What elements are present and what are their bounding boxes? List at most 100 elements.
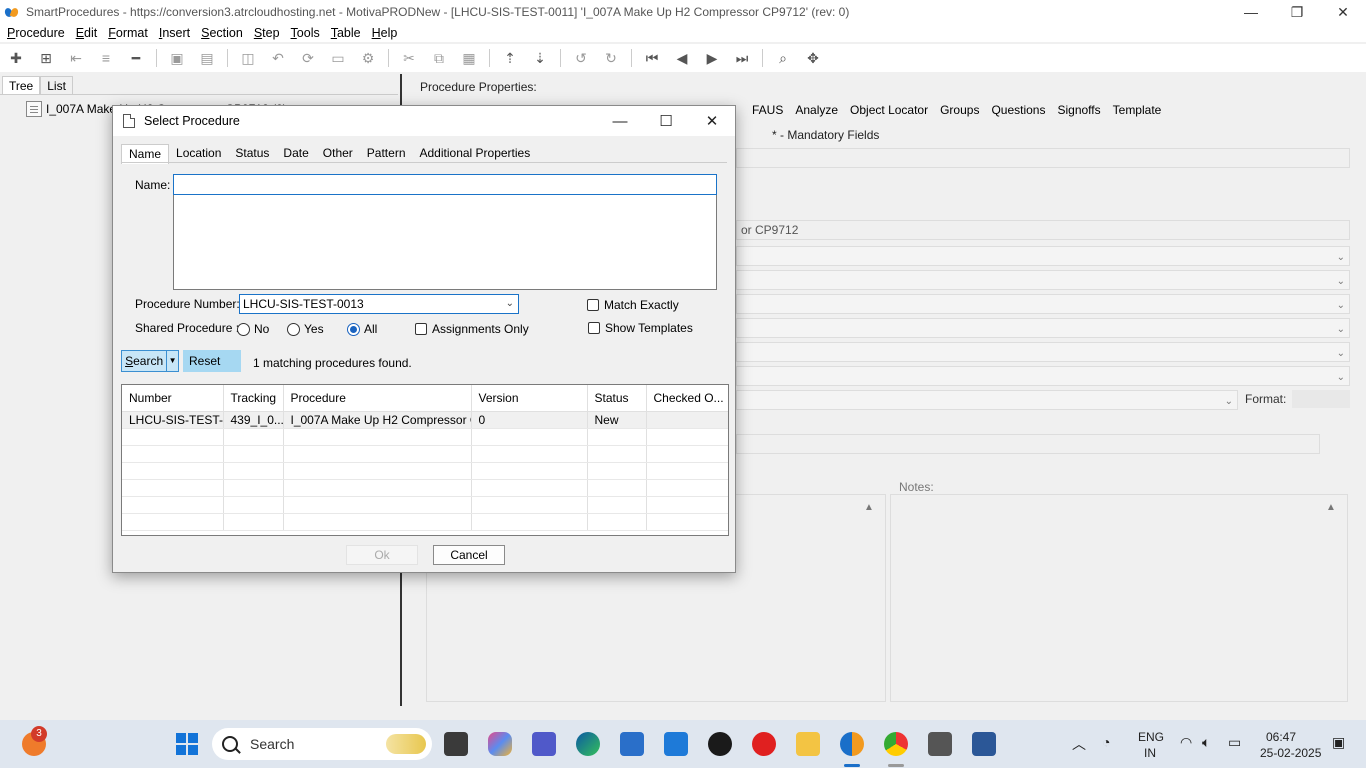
teams-icon[interactable] (532, 732, 556, 756)
file-explorer-icon[interactable] (796, 732, 820, 756)
copilot-icon[interactable] (488, 732, 512, 756)
column-status[interactable]: Status (587, 385, 647, 412)
chevron-up-icon[interactable]: ︿ (1072, 734, 1086, 754)
maximize-button[interactable]: ❐ (1274, 0, 1320, 24)
dialog-maximize-button[interactable]: ☐ (643, 106, 689, 136)
indent-icon[interactable]: ⇤ (66, 48, 86, 68)
paste-icon[interactable]: ▦ (459, 48, 479, 68)
shared-no-radio[interactable]: No (237, 322, 269, 336)
menu-step[interactable]: Step (247, 24, 284, 42)
last-icon[interactable]: ⏭ (732, 48, 752, 68)
undo-checkout-icon[interactable]: ↶ (268, 48, 288, 68)
chrome-icon[interactable] (884, 732, 908, 756)
results-grid[interactable]: Number Tracking Procedure Version Status… (121, 384, 729, 536)
add-icon[interactable]: ✚ (6, 48, 26, 68)
remote-desktop-icon[interactable] (928, 732, 952, 756)
name-suggestions-list[interactable] (173, 195, 717, 290)
tab-faus[interactable]: FAUS (746, 102, 789, 118)
tab-name[interactable]: Name (121, 144, 170, 164)
checkbox-box[interactable] (587, 299, 599, 311)
dialog-minimize-button[interactable]: — (597, 106, 643, 136)
tab-object-locator[interactable]: Object Locator (844, 102, 934, 118)
power-automate-icon[interactable] (664, 732, 688, 756)
checkin-icon[interactable]: ◫ (238, 48, 258, 68)
checkbox-box[interactable] (415, 323, 427, 335)
show-templates-checkbox[interactable]: Show Templates (588, 321, 693, 335)
match-exactly-checkbox[interactable]: Match Exactly (587, 298, 679, 312)
taskbar-search[interactable]: Search (212, 728, 432, 760)
property-dropdown-7[interactable]: ⌄ (736, 390, 1238, 410)
tab-location[interactable]: Location (169, 144, 228, 164)
name-input[interactable] (173, 174, 717, 195)
tab-groups[interactable]: Groups (934, 102, 985, 118)
task-view-icon[interactable] (444, 732, 468, 756)
wifi-icon[interactable]: ◠ (1180, 734, 1192, 751)
property-dropdown-6[interactable]: ⌄ (736, 366, 1350, 386)
tab-signoffs[interactable]: Signoffs (1051, 102, 1106, 118)
tab-other[interactable]: Other (316, 144, 360, 164)
clock-time[interactable]: 06:47 (1266, 730, 1296, 744)
ok-button[interactable]: Ok (346, 545, 418, 565)
copy-icon[interactable]: ⧉ (429, 48, 449, 68)
menu-section[interactable]: Section (194, 24, 247, 42)
menu-table[interactable]: Table (324, 24, 365, 42)
menu-format[interactable]: Format (101, 24, 152, 42)
dell-icon[interactable] (708, 732, 732, 756)
column-tracking[interactable]: Tracking (223, 385, 284, 412)
property-dropdown-3[interactable]: ⌄ (736, 294, 1350, 314)
workflow-icon[interactable]: ⚙ (358, 48, 378, 68)
search-button[interactable]: Search ▼ (121, 350, 179, 372)
dialog-close-button[interactable]: ✕ (689, 106, 735, 136)
previous-icon[interactable]: ◀ (672, 48, 692, 68)
column-version[interactable]: Version (471, 385, 588, 412)
tab-template[interactable]: Template (1107, 102, 1168, 118)
next-icon[interactable]: ▶ (702, 48, 722, 68)
find-icon[interactable]: ⌕ (773, 48, 793, 68)
undo-icon[interactable]: ↺ (571, 48, 591, 68)
menu-insert[interactable]: Insert (152, 24, 194, 42)
volume-icon[interactable]: 🔈︎ (1202, 734, 1210, 751)
property-field-2[interactable] (736, 434, 1320, 454)
cancel-button[interactable]: Cancel (433, 545, 505, 565)
tab-questions[interactable]: Questions (985, 102, 1051, 118)
menu-help[interactable]: Help (365, 24, 402, 42)
save-all-icon[interactable]: ▤ (197, 48, 217, 68)
first-icon[interactable]: ⏮ (642, 48, 662, 68)
column-number[interactable]: Number (122, 385, 224, 412)
assignments-only-checkbox[interactable]: Assignments Only (415, 322, 529, 336)
tab-pattern[interactable]: Pattern (360, 144, 413, 164)
column-procedure[interactable]: Procedure (283, 385, 472, 412)
shared-yes-radio[interactable]: Yes (287, 322, 324, 336)
language-indicator[interactable]: ENG (1138, 730, 1164, 744)
close-button[interactable]: ✕ (1320, 0, 1366, 24)
menu-procedure[interactable]: Procedure (0, 24, 69, 42)
menu-edit[interactable]: Edit (69, 24, 102, 42)
dropdown-arrow-icon[interactable]: ▼ (167, 351, 178, 371)
shared-all-radio[interactable]: All (347, 322, 377, 336)
format-field[interactable] (1292, 390, 1350, 408)
word-icon[interactable] (972, 732, 996, 756)
outdent-icon[interactable]: ≡ (96, 48, 116, 68)
table-row[interactable]: LHCU-SIS-TEST-... 439_I_0... I_007A Make… (122, 411, 728, 429)
property-dropdown-5[interactable]: ⌄ (736, 342, 1350, 362)
tab-additional-properties[interactable]: Additional Properties (413, 144, 538, 164)
scroll-up-icon[interactable]: ▲ (864, 502, 874, 513)
column-checked-out[interactable]: Checked O... (646, 385, 728, 412)
start-button[interactable] (176, 733, 198, 755)
tab-date[interactable]: Date (276, 144, 315, 164)
move-icon[interactable]: ✥ (803, 48, 823, 68)
preview-icon[interactable]: ▭ (328, 48, 348, 68)
tab-status[interactable]: Status (228, 144, 276, 164)
procedure-name-field[interactable]: or CP9712 (736, 220, 1350, 240)
remove-icon[interactable]: ━ (126, 48, 146, 68)
save-icon[interactable]: ▣ (167, 48, 187, 68)
scroll-up-icon[interactable]: ▲ (1326, 502, 1336, 513)
refresh-icon[interactable]: ⟳ (298, 48, 318, 68)
checkbox-box[interactable] (588, 322, 600, 334)
tab-tree[interactable]: Tree (2, 76, 41, 95)
cut-icon[interactable]: ✂ (399, 48, 419, 68)
property-dropdown-1[interactable]: ⌄ (736, 246, 1350, 266)
move-down-icon[interactable]: ⇣ (530, 48, 550, 68)
minimize-button[interactable]: — (1228, 0, 1274, 24)
property-dropdown-2[interactable]: ⌄ (736, 270, 1350, 290)
